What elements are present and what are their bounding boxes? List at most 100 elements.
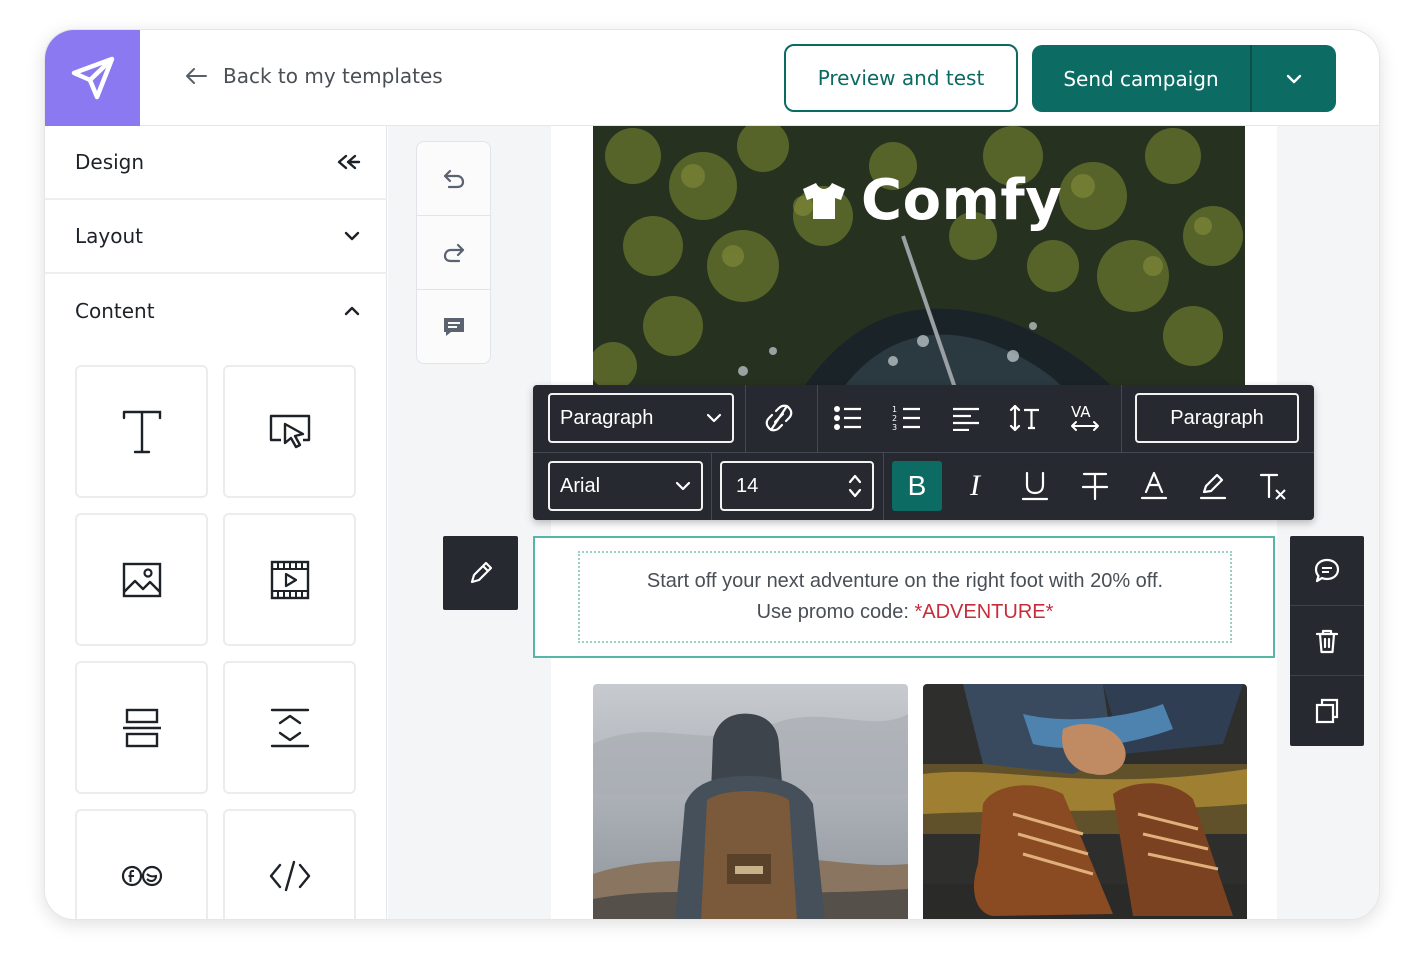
chevron-down-icon	[344, 231, 360, 241]
hero-image[interactable]: Comfy	[593, 126, 1245, 388]
bulleted-list-button[interactable]	[826, 396, 870, 440]
top-bar: Back to my templates Preview and test Se…	[45, 30, 1379, 126]
send-options-dropdown[interactable]	[1252, 45, 1336, 112]
content-tile-divider[interactable]	[75, 661, 208, 794]
promo-prefix: Use promo code:	[756, 601, 909, 623]
block-actions	[1290, 536, 1364, 746]
toolbar-divider	[1121, 385, 1122, 453]
chevron-up-icon	[344, 306, 360, 316]
text-content-area[interactable]: Start off your next adventure on the rig…	[578, 551, 1232, 643]
duplicate-block-button[interactable]	[1290, 676, 1364, 746]
boots-photo[interactable]	[923, 684, 1247, 919]
redo-button[interactable]	[417, 216, 490, 290]
text-icon	[122, 410, 161, 453]
numbered-list-button[interactable]: 1 2 3	[885, 396, 929, 440]
send-campaign-split-button: Send campaign	[1032, 45, 1336, 112]
edit-block-button[interactable]	[443, 536, 518, 610]
comment-icon	[1314, 558, 1340, 582]
chevron-down-icon	[675, 481, 691, 491]
content-tile-html[interactable]	[223, 809, 356, 919]
brand-name: Comfy	[861, 168, 1063, 233]
block-type-value: Paragraph	[560, 406, 654, 429]
clear-format-icon	[1259, 473, 1286, 500]
hiker-photo[interactable]	[593, 684, 908, 919]
sidebar-item-layout[interactable]: Layout	[45, 200, 387, 274]
font-size-value: 14	[736, 474, 759, 497]
content-tile-text[interactable]	[75, 365, 208, 498]
content-tile-video[interactable]	[223, 513, 356, 646]
comment-icon	[443, 318, 464, 336]
undo-button[interactable]	[417, 142, 490, 216]
unlink-button[interactable]	[757, 396, 801, 440]
toolbar-divider	[883, 453, 884, 520]
layout-label: Layout	[75, 224, 143, 248]
delete-block-button[interactable]	[1290, 606, 1364, 676]
content-label: Content	[75, 299, 155, 323]
svg-text:1: 1	[892, 405, 897, 414]
trash-icon	[1315, 629, 1339, 653]
italic-button[interactable]: I	[953, 464, 997, 508]
chevron-down-icon	[706, 413, 722, 423]
toolbar-divider	[817, 385, 818, 453]
comments-button[interactable]	[417, 290, 490, 364]
stepper-arrows-icon	[848, 474, 862, 498]
svg-text:2: 2	[892, 414, 897, 423]
sidebar-item-design[interactable]: Design	[45, 126, 387, 200]
strikethrough-icon	[1081, 472, 1109, 501]
bulleted-list-icon	[834, 406, 861, 430]
font-family-value: Arial	[560, 474, 601, 497]
social-icon	[121, 865, 162, 886]
collapse-double-chevron-icon	[337, 154, 361, 170]
pencil-icon	[470, 561, 492, 584]
chevron-down-icon	[1286, 74, 1302, 83]
tshirt-icon	[803, 182, 845, 219]
back-to-templates-link[interactable]: Back to my templates	[185, 64, 443, 88]
brand-logo: Comfy	[801, 168, 1062, 233]
highlighter-icon	[1199, 473, 1227, 500]
clear-formatting-button[interactable]	[1251, 464, 1295, 508]
content-tile-image[interactable]	[75, 513, 208, 646]
paragraph-style-label: Paragraph	[1170, 406, 1264, 429]
svg-text:3: 3	[892, 423, 897, 432]
font-family-select[interactable]: Arial	[548, 461, 703, 511]
toolbar-row-divider	[533, 452, 1314, 453]
strikethrough-button[interactable]	[1073, 464, 1117, 508]
line-height-icon	[1009, 404, 1039, 432]
editor-canvas: Comfy Paragraph 1 2 3 VA Paragraph Arial…	[388, 126, 1379, 919]
button-cursor-icon	[269, 414, 310, 448]
font-size-stepper[interactable]: 14	[720, 461, 874, 511]
hiker-backpack-image	[593, 684, 908, 919]
text-color-button[interactable]	[1132, 464, 1176, 508]
line-height-button[interactable]	[1003, 396, 1047, 440]
divider-icon	[122, 708, 161, 747]
body-line-1: Start off your next adventure on the rig…	[646, 570, 1164, 592]
email-preview: Comfy	[551, 126, 1277, 919]
content-tile-social[interactable]	[75, 809, 208, 919]
paper-plane-icon	[71, 56, 114, 100]
paragraph-style-button[interactable]: Paragraph	[1135, 393, 1299, 443]
sidebar-item-content[interactable]: Content	[45, 274, 387, 348]
redo-icon	[443, 243, 464, 262]
content-tile-spacer[interactable]	[223, 661, 356, 794]
send-campaign-button[interactable]: Send campaign	[1032, 45, 1252, 112]
arrow-left-icon	[186, 68, 207, 84]
preview-and-test-button[interactable]: Preview and test	[784, 44, 1018, 112]
unlink-icon	[765, 404, 793, 432]
highlight-button[interactable]	[1191, 464, 1235, 508]
promo-code: *ADVENTURE*	[914, 601, 1054, 623]
numbered-list-icon: 1 2 3	[892, 405, 920, 432]
block-type-select[interactable]: Paragraph	[548, 393, 734, 443]
sidebar: Design Layout Content	[45, 126, 387, 919]
forest-aerial-image	[593, 126, 1245, 388]
content-tile-button[interactable]	[223, 365, 356, 498]
toolbar-divider	[745, 385, 746, 453]
image-icon	[122, 562, 161, 597]
letter-spacing-button[interactable]: VA	[1063, 396, 1107, 440]
app-logo[interactable]	[45, 30, 140, 126]
bold-button[interactable]: B	[892, 461, 942, 511]
align-left-icon	[953, 407, 979, 431]
align-left-button[interactable]	[944, 396, 988, 440]
underline-button[interactable]	[1013, 464, 1057, 508]
selected-text-block[interactable]: Start off your next adventure on the rig…	[533, 536, 1275, 658]
comment-block-button[interactable]	[1290, 536, 1364, 606]
